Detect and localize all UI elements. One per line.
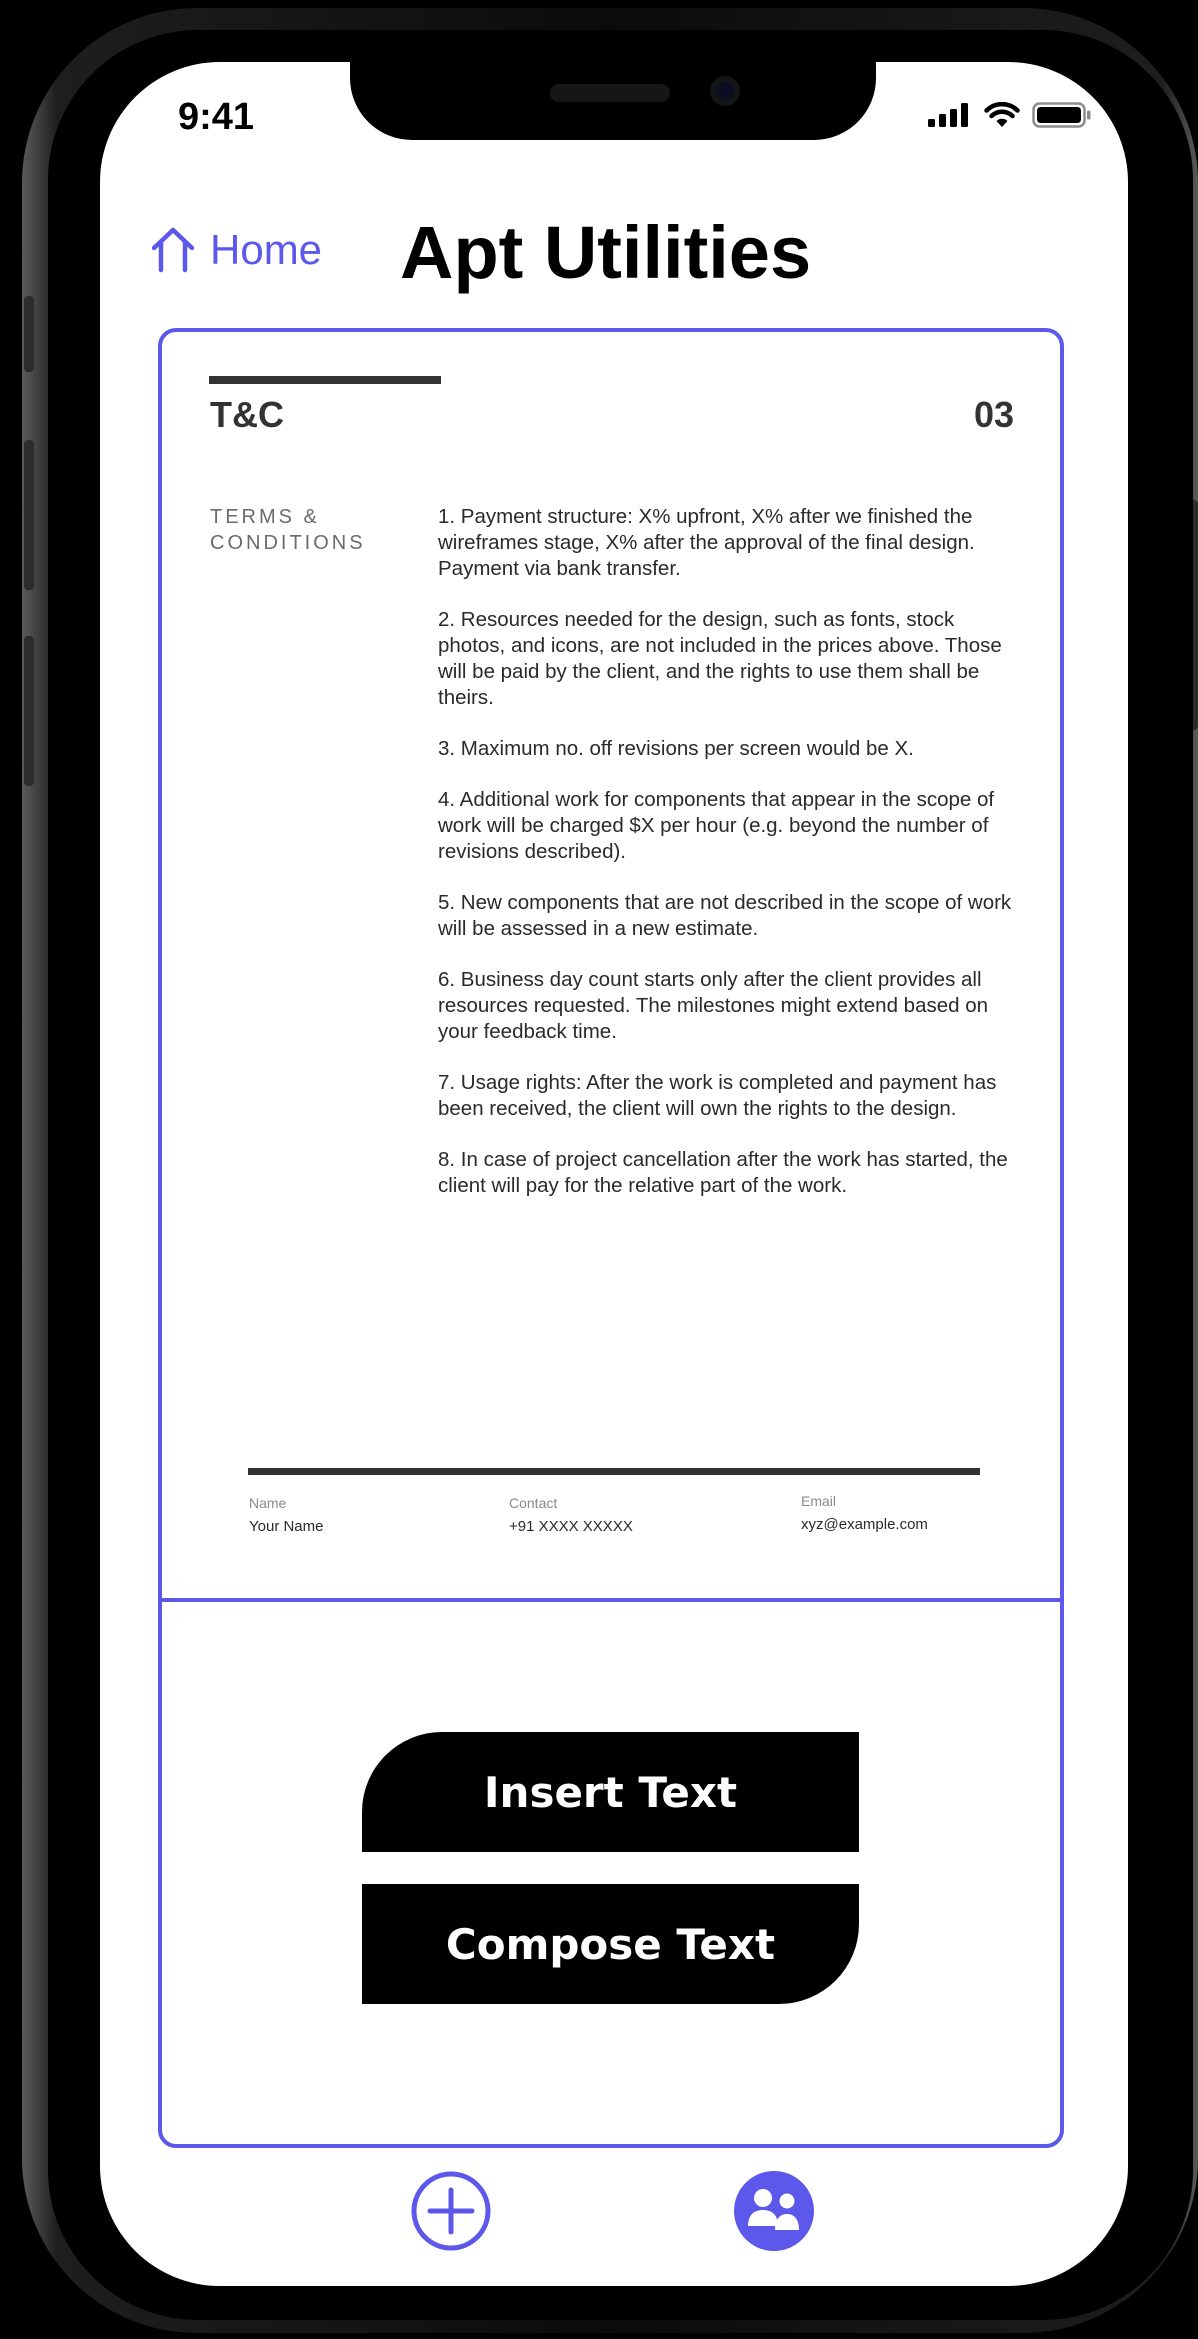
footer-rule	[248, 1468, 980, 1475]
terms-list: 1. Payment structure: X% upfront, X% aft…	[438, 504, 1013, 1224]
silent-switch	[24, 296, 34, 372]
home-icon	[151, 227, 195, 273]
term-item: 8. In case of project cancellation after…	[438, 1148, 1008, 1197]
home-link[interactable]: Home	[148, 226, 322, 274]
signal-icon	[928, 103, 968, 127]
add-circle-icon	[411, 2171, 491, 2251]
footer-name: Name Your Name	[249, 1494, 324, 1537]
term-item: 3. Maximum no. off revisions per screen …	[438, 737, 914, 760]
add-tab-button[interactable]	[410, 2170, 492, 2252]
email-value: xyz@example.com	[801, 1516, 928, 1533]
status-time: 9:41	[178, 96, 255, 138]
term-item: 6. Business day count starts only after …	[438, 968, 989, 1043]
page-number: 03	[973, 394, 1014, 435]
document-heading: T&C	[210, 394, 284, 435]
volume-down-button	[24, 636, 34, 786]
notch	[350, 62, 876, 140]
compose-text-button[interactable]: Compose Text	[362, 1884, 859, 2004]
home-label: Home	[210, 226, 323, 273]
footer-email: Email xyz@example.com	[801, 1492, 928, 1535]
name-label: Name	[249, 1495, 287, 1511]
insert-text-button[interactable]: Insert Text	[362, 1732, 859, 1852]
contact-value: +91 XXXX XXXXX	[509, 1518, 633, 1535]
name-value: Your Name	[249, 1518, 324, 1535]
people-tab-button[interactable]	[733, 2170, 815, 2252]
term-item: 2. Resources needed for the design, such…	[438, 608, 1002, 709]
terms-side-label: TERMS & CONDITIONS	[210, 506, 366, 554]
panel-divider	[162, 1598, 1060, 1602]
email-label: Email	[801, 1493, 837, 1509]
term-item: 7. Usage rights: After the work is compl…	[438, 1071, 997, 1120]
battery-icon	[1032, 102, 1091, 128]
term-item: 1. Payment structure: X% upfront, X% aft…	[438, 505, 975, 580]
app-screen: 9:41 Home Apt Utilities T&C 03 TERMS & C…	[100, 62, 1128, 2286]
page-title: Apt Utilities	[400, 211, 812, 294]
people-icon	[734, 2171, 814, 2251]
term-item: 5. New components that are not described…	[438, 891, 1012, 940]
footer-contact: Contact +91 XXXX XXXXX	[509, 1494, 633, 1537]
term-item: 4. Additional work for components that a…	[438, 788, 995, 863]
status-icons	[928, 102, 1092, 128]
document-panel: T&C 03 TERMS & CONDITIONS 1. Payment str…	[158, 328, 1064, 2148]
speaker-grille	[550, 84, 670, 102]
volume-up-button	[24, 440, 34, 590]
camera-icon	[710, 76, 740, 106]
wifi-icon	[984, 102, 1020, 127]
terms-document: T&C 03 TERMS & CONDITIONS 1. Payment str…	[162, 332, 1060, 1602]
document-top-rule	[209, 376, 441, 384]
contact-label: Contact	[509, 1495, 558, 1511]
